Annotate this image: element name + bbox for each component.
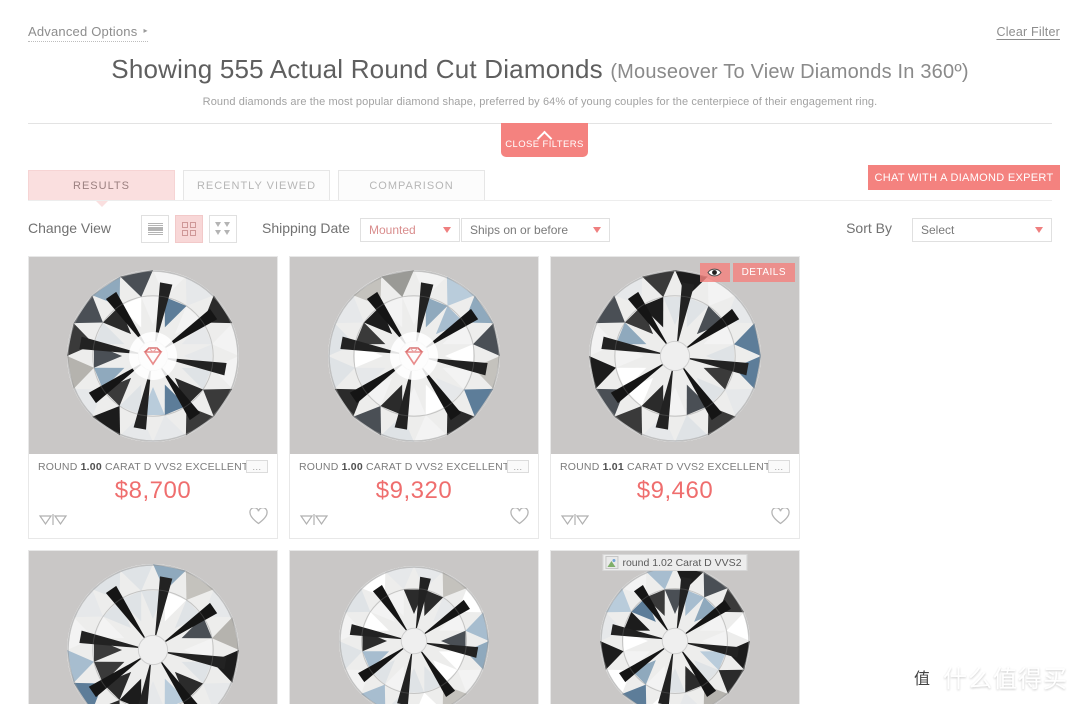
change-view-label: Change View	[28, 220, 112, 236]
card-actions	[551, 505, 799, 538]
diamond-image	[589, 269, 761, 442]
diamond-shape: ROUND	[560, 461, 600, 473]
gem-view-icon[interactable]	[209, 215, 237, 243]
diamond-card[interactable]: ROUND 1.00 CARAT D VVS2 EXCELLENT ... $9…	[289, 256, 539, 539]
diamond-spec-tail: CARAT D VVS2 EXCELLENT	[366, 461, 510, 473]
page-subtitle: Round diamonds are the most popular diam…	[202, 96, 878, 108]
shipping-mode-value: Mounted	[369, 223, 416, 237]
diamond-photo[interactable]: DETAILS	[551, 257, 799, 454]
heart-icon[interactable]	[771, 507, 790, 530]
heart-icon[interactable]	[249, 507, 268, 530]
compare-diamonds-icon[interactable]	[299, 512, 329, 526]
advanced-options-link[interactable]: Advanced Options ▸	[28, 24, 148, 42]
diamond-price: $9,320	[375, 477, 453, 504]
more-options-button[interactable]: ...	[768, 460, 790, 473]
diamond-card[interactable]	[289, 550, 539, 704]
shipping-when-select[interactable]: Ships on or before	[461, 218, 610, 242]
list-view-icon[interactable]	[141, 215, 169, 243]
tab-underline	[28, 200, 1052, 201]
diamond-spec: ROUND 1.00 CARAT D VVS2 EXCELLENT	[299, 461, 529, 473]
details-overlay: DETAILS	[699, 263, 795, 282]
diamond-outline-icon	[143, 346, 163, 365]
diamond-spec-tail: CARAT D VVS2 EXCELLENT	[627, 461, 771, 473]
tab-comparison[interactable]: COMPARISON	[338, 170, 485, 201]
card-footer: ROUND 1.00 CARAT D VVS2 EXCELLENT ... $9…	[290, 454, 538, 505]
top-bar: Advanced Options ▸ Clear Filter	[0, 0, 1080, 56]
details-button[interactable]: DETAILS	[732, 263, 795, 282]
shipping-mode-select[interactable]: Mounted	[360, 218, 460, 242]
tab-recently-viewed[interactable]: RECENTLY VIEWED	[183, 170, 330, 201]
more-options-button[interactable]: ...	[507, 460, 529, 473]
diamond-search-page: Advanced Options ▸ Clear Filter Showing …	[0, 0, 1080, 704]
diamond-card[interactable]: DETAILS ROUND 1.01 CARAT D VVS2 EXCELLEN…	[550, 256, 800, 539]
eye-icon	[707, 268, 722, 277]
tab-results-label: RESULTS	[73, 179, 130, 192]
tab-results[interactable]: RESULTS	[28, 170, 175, 207]
close-filters-button[interactable]: CLOSE FILTERS	[501, 123, 588, 157]
shipping-date-label: Shipping Date	[262, 220, 350, 236]
diamond-spec: ROUND 1.00 CARAT D VVS2 EXCELLENT	[38, 461, 268, 473]
diamond-image	[67, 563, 239, 704]
compare-diamonds-icon[interactable]	[560, 512, 590, 526]
clear-filter-link[interactable]: Clear Filter	[996, 25, 1060, 39]
tab-recently-viewed-label: RECENTLY VIEWED	[196, 179, 317, 192]
diamond-photo[interactable]	[290, 257, 538, 454]
sort-by-value: Select	[921, 223, 955, 237]
diamond-photo[interactable]	[29, 551, 277, 704]
diamond-photo[interactable]	[290, 551, 538, 704]
diamond-image	[600, 566, 750, 704]
broken-image-alt-text: round 1.02 Carat D VVS2	[622, 556, 742, 569]
chat-with-expert-button[interactable]: CHAT WITH A DIAMOND EXPERT	[868, 165, 1060, 190]
chevron-up-icon	[538, 131, 551, 138]
advanced-options-label: Advanced Options	[28, 24, 138, 39]
card-footer: ROUND 1.01 CARAT D VVS2 EXCELLENT ... $9…	[551, 454, 799, 505]
controls-row: Change View Shipping Date Mounted Ships …	[28, 215, 1052, 247]
caret-right-icon: ▸	[143, 25, 148, 35]
diamond-image	[339, 566, 489, 704]
diamond-spec-tail: CARAT D VVS2 EXCELLENT	[105, 461, 249, 473]
diamond-photo[interactable]	[29, 257, 277, 454]
shipping-when-value: Ships on or before	[470, 223, 569, 237]
sort-by-select[interactable]: Select	[912, 218, 1052, 242]
card-actions	[290, 505, 538, 538]
page-title: Showing 555 Actual Round Cut Diamonds (M…	[0, 54, 1080, 85]
view-360-badge[interactable]	[129, 331, 177, 380]
page-title-main: Showing 555 Actual Round Cut Diamonds	[111, 54, 603, 84]
card-actions	[29, 505, 277, 538]
view-360-badge[interactable]	[390, 331, 438, 380]
diamond-card[interactable]: ROUND 1.00 CARAT D VVS2 EXCELLENT ... $8…	[28, 256, 278, 539]
page-title-suffix: (Mouseover To View Diamonds In 360º)	[610, 61, 969, 83]
diamond-carat: 1.01	[602, 461, 624, 473]
diamond-spec: ROUND 1.01 CARAT D VVS2 EXCELLENT	[560, 461, 790, 473]
more-options-button[interactable]: ...	[246, 460, 268, 473]
compare-diamonds-icon[interactable]	[38, 512, 68, 526]
diamond-photo[interactable]: round 1.02 Carat D VVS2	[551, 551, 799, 704]
results-grid: ROUND 1.00 CARAT D VVS2 EXCELLENT ... $8…	[28, 256, 1060, 704]
tab-bar: RESULTS RECENTLY VIEWED COMPARISON	[28, 170, 485, 207]
diamond-card[interactable]: round 1.02 Carat D VVS2	[550, 550, 800, 704]
diamond-carat: 1.00	[80, 461, 102, 473]
eye-icon-button[interactable]	[699, 263, 730, 282]
diamond-carat: 1.00	[341, 461, 363, 473]
diamond-shape: ROUND	[299, 461, 339, 473]
view-toggle-group	[141, 215, 237, 243]
heart-icon[interactable]	[510, 507, 529, 530]
headline-block: Showing 555 Actual Round Cut Diamonds (M…	[0, 54, 1080, 108]
broken-image-placeholder: round 1.02 Carat D VVS2	[602, 554, 748, 571]
diamond-price: $9,460	[636, 477, 714, 504]
chevron-down-icon	[1035, 227, 1043, 233]
broken-image-icon	[605, 556, 619, 569]
diamond-shape: ROUND	[38, 461, 78, 473]
chevron-down-icon	[593, 227, 601, 233]
tab-comparison-label: COMPARISON	[369, 179, 454, 192]
chevron-down-icon	[443, 227, 451, 233]
grid-view-icon[interactable]	[175, 215, 203, 243]
diamond-outline-icon	[404, 346, 424, 365]
diamond-price: $8,700	[114, 477, 192, 504]
diamond-card[interactable]: ROUND 1.00 CARAT D VVS2 EXCELLENT ... $9…	[28, 550, 278, 704]
card-footer: ROUND 1.00 CARAT D VVS2 EXCELLENT ... $8…	[29, 454, 277, 505]
sort-by-label: Sort By	[846, 220, 892, 236]
